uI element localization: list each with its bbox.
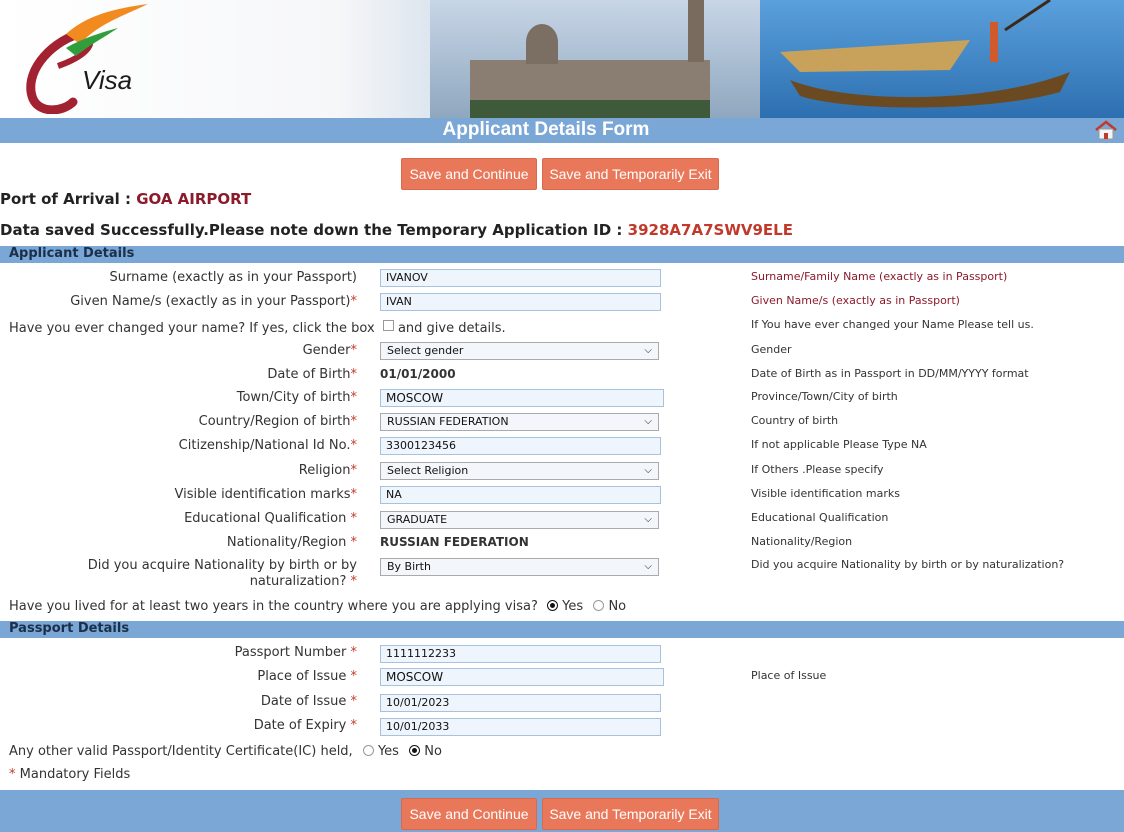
save-continue-button-bottom[interactable]: Save and Continue bbox=[401, 798, 537, 830]
changed-name-checkbox[interactable] bbox=[382, 320, 394, 331]
banner-image bbox=[430, 0, 1124, 118]
place-of-issue-label: Place of Issue * bbox=[257, 669, 357, 684]
two-years-no-radio[interactable] bbox=[593, 600, 605, 611]
passport-section-title: Passport Details bbox=[9, 621, 130, 636]
acquire-hint: Did you acquire Nationality by birth or … bbox=[751, 558, 1065, 571]
country-hint: Country of birth bbox=[751, 414, 839, 427]
date-of-expiry-input[interactable]: 10/01/2033 bbox=[380, 718, 661, 736]
gender-hint: Gender bbox=[751, 343, 792, 356]
applicant-section-header: Applicant Details bbox=[0, 246, 1124, 263]
surname-label: Surname (exactly as in your Passport) bbox=[109, 270, 358, 285]
given-name-input[interactable]: IVAN bbox=[380, 293, 661, 311]
passport-number-label: Passport Number * bbox=[234, 645, 357, 660]
surname-hint: Surname/Family Name (exactly as in Passp… bbox=[751, 270, 1008, 283]
changed-name-hint: If You have ever changed your Name Pleas… bbox=[751, 318, 1034, 331]
two-years-yes-radio[interactable] bbox=[547, 600, 559, 611]
given-name-hint: Given Name/s (exactly as in Passport) bbox=[751, 294, 960, 307]
passport-section-header: Passport Details bbox=[0, 621, 1124, 638]
port-of-arrival: Port of Arrival : GOA AIRPORT bbox=[0, 190, 251, 208]
other-passport-no-label: No bbox=[424, 744, 442, 759]
nationality-label: Nationality/Region * bbox=[226, 535, 357, 550]
education-hint: Educational Qualification bbox=[751, 511, 889, 524]
country-select[interactable]: RUSSIAN FEDERATION ⌵ bbox=[380, 413, 659, 431]
saved-text: Data saved Successfully.Please note down… bbox=[0, 221, 623, 239]
surname-input[interactable]: IVANOV bbox=[380, 269, 661, 287]
other-passport-no-radio[interactable] bbox=[409, 745, 421, 756]
other-passport-yes-radio[interactable] bbox=[362, 745, 374, 756]
chevron-down-icon: ⌵ bbox=[644, 345, 652, 356]
date-of-expiry-label: Date of Expiry * bbox=[253, 718, 357, 733]
applicant-section-title: Applicant Details bbox=[9, 246, 135, 261]
other-passport-yes-label: Yes bbox=[377, 744, 399, 759]
port-label: Port of Arrival : bbox=[0, 190, 131, 208]
changed-name-after: and give details. bbox=[397, 321, 506, 336]
gender-label: Gender* bbox=[302, 343, 357, 358]
evisa-logo: Visa bbox=[26, 4, 148, 114]
nationality-hint: Nationality/Region bbox=[751, 535, 853, 548]
save-continue-button-top[interactable]: Save and Continue bbox=[401, 158, 537, 190]
changed-name-row: Have you ever changed your name? If yes,… bbox=[9, 320, 506, 336]
religion-hint: If Others .Please specify bbox=[751, 463, 884, 476]
country-label: Country/Region of birth* bbox=[198, 414, 357, 429]
saved-message: Data saved Successfully.Please note down… bbox=[0, 221, 793, 239]
place-of-issue-hint: Place of Issue bbox=[751, 669, 827, 682]
dob-hint: Date of Birth as in Passport in DD/MM/YY… bbox=[751, 367, 1029, 380]
marks-label: Visible identification marks* bbox=[174, 487, 357, 502]
save-exit-button-top[interactable]: Save and Temporarily Exit bbox=[542, 158, 719, 190]
application-id: 3928A7A7SWV9ELE bbox=[627, 221, 793, 239]
town-label: Town/City of birth* bbox=[236, 390, 357, 405]
two-years-no-label: No bbox=[608, 599, 627, 614]
date-of-issue-input[interactable]: 10/01/2023 bbox=[380, 694, 661, 712]
chevron-down-icon: ⌵ bbox=[644, 514, 652, 525]
save-exit-button-bottom[interactable]: Save and Temporarily Exit bbox=[542, 798, 719, 830]
other-passport-label: Any other valid Passport/Identity Certif… bbox=[9, 744, 353, 759]
title-bar: Applicant Details Form bbox=[0, 118, 1124, 143]
date-of-issue-label: Date of Issue * bbox=[260, 694, 357, 709]
religion-label: Religion* bbox=[298, 463, 357, 478]
other-passport-row: Any other valid Passport/Identity Certif… bbox=[9, 744, 442, 759]
two-years-label: Have you lived for at least two years in… bbox=[9, 599, 538, 614]
chevron-down-icon: ⌵ bbox=[644, 416, 652, 427]
home-icon[interactable] bbox=[1094, 120, 1118, 140]
chevron-down-icon: ⌵ bbox=[644, 465, 652, 476]
marks-hint: Visible identification marks bbox=[751, 487, 900, 500]
marks-input[interactable]: NA bbox=[380, 486, 661, 504]
national-id-label: Citizenship/National Id No.* bbox=[178, 438, 357, 453]
town-input[interactable]: MOSCOW bbox=[380, 389, 664, 407]
two-years-yes-label: Yes bbox=[562, 599, 584, 614]
logo-text: Visa bbox=[82, 65, 132, 95]
education-label: Educational Qualification * bbox=[184, 511, 357, 526]
given-name-label: Given Name/s (exactly as in your Passpor… bbox=[70, 294, 357, 309]
two-years-row: Have you lived for at least two years in… bbox=[9, 599, 626, 614]
gender-select[interactable]: Select gender ⌵ bbox=[380, 342, 659, 360]
mandatory-note: * Mandatory Fields bbox=[9, 767, 130, 782]
acquire-label: Did you acquire Nationality by birth or … bbox=[87, 558, 357, 589]
place-of-issue-input[interactable]: MOSCOW bbox=[380, 668, 664, 686]
mandatory-star: * bbox=[9, 767, 16, 782]
dob-label: Date of Birth* bbox=[267, 367, 357, 382]
changed-name-label: Have you ever changed your name? If yes,… bbox=[9, 321, 375, 336]
national-id-input[interactable]: 3300123456 bbox=[380, 437, 661, 455]
chevron-down-icon: ⌵ bbox=[644, 561, 652, 572]
page-title: Applicant Details Form bbox=[442, 119, 650, 140]
town-hint: Province/Town/City of birth bbox=[751, 390, 898, 403]
national-id-hint: If not applicable Please Type NA bbox=[751, 438, 927, 451]
acquire-select[interactable]: By Birth ⌵ bbox=[380, 558, 659, 576]
religion-select[interactable]: Select Religion ⌵ bbox=[380, 462, 659, 480]
port-value: GOA AIRPORT bbox=[136, 190, 252, 208]
header-banner: Visa bbox=[0, 0, 1124, 118]
nationality-value: RUSSIAN FEDERATION bbox=[380, 535, 529, 549]
dob-value: 01/01/2000 bbox=[380, 367, 456, 381]
passport-number-input[interactable]: 1111112233 bbox=[380, 645, 661, 663]
education-select[interactable]: GRADUATE ⌵ bbox=[380, 511, 659, 529]
mandatory-text: Mandatory Fields bbox=[19, 767, 131, 782]
